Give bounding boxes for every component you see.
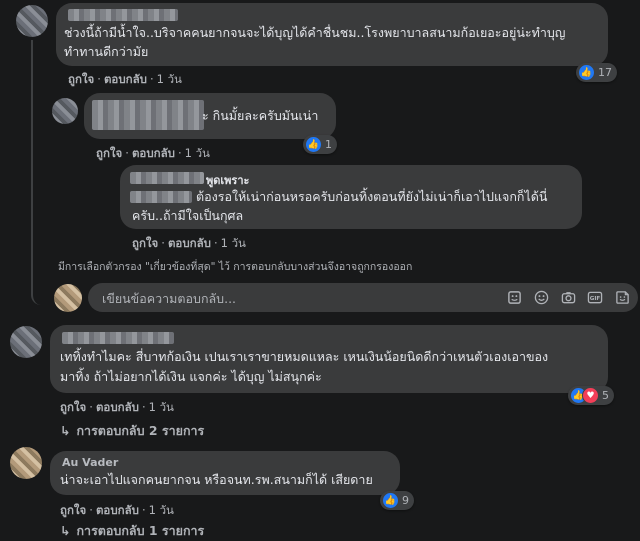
reaction-summary[interactable]: 👍 17: [576, 63, 617, 82]
thread-line: [31, 40, 53, 305]
separator: ·: [141, 503, 146, 517]
timestamp[interactable]: 1 วัน: [157, 72, 182, 86]
comment-bubble: Au Vader น่าจะเอาไปแจกคนยากจน หรือจนท.รพ…: [50, 451, 400, 495]
comment-text-line: เททิ้งทำไมคะ สี่บาทก้อเงิน เปนเราเราขายห…: [60, 349, 549, 364]
separator: ·: [161, 236, 165, 250]
separator: ·: [97, 72, 101, 86]
author-name[interactable]: Au Vader: [62, 456, 118, 469]
timestamp[interactable]: 1 วัน: [149, 503, 174, 517]
separator: ·: [89, 400, 93, 414]
like-icon: 👍: [578, 64, 595, 81]
reply-button[interactable]: ตอบกลับ: [132, 146, 175, 160]
like-icon: 👍: [382, 492, 399, 509]
timestamp[interactable]: 1 วัน: [185, 146, 210, 160]
comment-text-line: ต้องรอให้เน่าก่อนหรอครับก่อนทิ้งตอนที่ยั…: [196, 189, 548, 204]
comment-text-line: น่าจะเอาไปแจกคนยากจน หรือจนท.รพ.สนามก็ได…: [60, 472, 373, 487]
comment-bubble: เททิ้งทำไมคะ สี่บาทก้อเงิน เปนเราเราขายห…: [50, 325, 608, 393]
sticker-icon[interactable]: [506, 289, 522, 305]
reply-box: GIF: [88, 283, 638, 313]
comment-actions: ถูกใจ · ตอบกลับ · 1 วัน: [132, 235, 246, 253]
comment-text-line: ครับ..ถ้ามีใจเป็นกุศล: [132, 208, 244, 223]
comment-text-line: ช่วงนี้ถ้ามีน้ำใจ..บริจาคคนยากจนจะได้บุญ…: [64, 25, 566, 40]
comment-actions: ถูกใจ · ตอบกลับ · 1 วัน: [96, 145, 210, 163]
reaction-count: 9: [402, 494, 409, 507]
blurred-text: [130, 191, 192, 203]
separator: ·: [89, 503, 93, 517]
reaction-summary[interactable]: 👍 1: [303, 135, 337, 154]
view-replies-link[interactable]: ↳ การตอบกลับ 2 รายการ: [60, 421, 204, 441]
separator: ·: [213, 236, 218, 250]
timestamp[interactable]: 1 วัน: [221, 236, 246, 250]
separator: ·: [149, 72, 154, 86]
separator: ·: [141, 400, 146, 414]
like-button[interactable]: ถูกใจ: [96, 146, 122, 160]
camera-icon[interactable]: [560, 289, 576, 305]
blurred-author-name[interactable]: [62, 332, 174, 344]
gif-icon[interactable]: GIF: [587, 289, 603, 305]
comment-actions: ถูกใจ · ตอบกลับ · 1 วัน: [60, 399, 174, 417]
blurred-author-name[interactable]: [92, 100, 204, 130]
reaction-count: 5: [602, 389, 609, 402]
reply-button[interactable]: ตอบกลับ: [96, 503, 139, 517]
reply-arrow-icon: ↳: [60, 523, 71, 538]
like-button[interactable]: ถูกใจ: [60, 400, 86, 414]
reaction-summary[interactable]: 👍 9: [380, 491, 414, 510]
comment-text-line: ทำทานดีกว่ามัย: [64, 44, 149, 59]
reply-button[interactable]: ตอบกลับ: [168, 236, 211, 250]
reply-button[interactable]: ตอบกลับ: [96, 400, 139, 414]
comment-bubble: ช่วงนี้ถ้ามีน้ำใจ..บริจาคคนยากจนจะได้บุญ…: [56, 3, 608, 66]
emoji-icon[interactable]: [533, 289, 549, 305]
comment-bubble: พูดเพราะ ต้องรอให้เน่าก่อนหรอครับก่อนทิ้…: [120, 165, 582, 229]
blurred-author-name[interactable]: [68, 9, 178, 21]
timestamp[interactable]: 1 วัน: [149, 400, 174, 414]
like-button[interactable]: ถูกใจ: [60, 503, 86, 517]
comment-text-line: ะ กินมั้ยละครับมันเน่า: [202, 108, 319, 123]
reply-input[interactable]: [100, 283, 504, 313]
reaction-count: 17: [598, 66, 612, 79]
like-button[interactable]: ถูกใจ: [68, 72, 94, 86]
avatar[interactable]: [16, 5, 48, 37]
reaction-summary[interactable]: 👍 ♥ 5: [568, 386, 614, 405]
avatar: [54, 284, 82, 312]
like-icon: 👍: [305, 136, 322, 153]
reply-arrow-icon: ↳: [60, 423, 71, 438]
love-icon: ♥: [582, 387, 599, 404]
filter-note: มีการเลือกตัวกรอง "เกี่ยวข้องที่สุด" ไว้…: [58, 261, 413, 273]
separator: ·: [125, 146, 129, 160]
view-replies-link[interactable]: ↳ การตอบกลับ 1 รายการ: [60, 521, 204, 541]
comment-bubble: ะ กินมั้ยละครับมันเน่า: [84, 93, 336, 139]
comment-actions: ถูกใจ · ตอบกลับ · 1 วัน: [68, 71, 182, 89]
avatar[interactable]: [52, 98, 78, 124]
reaction-count: 1: [325, 138, 332, 151]
comment-text-line: มาทิ้ง ถ้าไม่อยากได้เงิน แจกค่ะ ได้บุญ ไ…: [60, 369, 322, 384]
avatar-sticker-icon[interactable]: [614, 289, 630, 305]
avatar[interactable]: [10, 447, 42, 479]
svg-text:GIF: GIF: [590, 296, 601, 302]
avatar[interactable]: [10, 326, 42, 358]
like-button[interactable]: ถูกใจ: [132, 236, 158, 250]
reply-button[interactable]: ตอบกลับ: [104, 72, 147, 86]
view-replies-label: การตอบกลับ 1 รายการ: [76, 523, 205, 538]
comment-actions: ถูกใจ · ตอบกลับ · 1 วัน: [60, 502, 174, 520]
separator: ·: [177, 146, 182, 160]
blurred-author-name[interactable]: [130, 172, 204, 184]
view-replies-label: การตอบกลับ 2 รายการ: [76, 423, 205, 438]
